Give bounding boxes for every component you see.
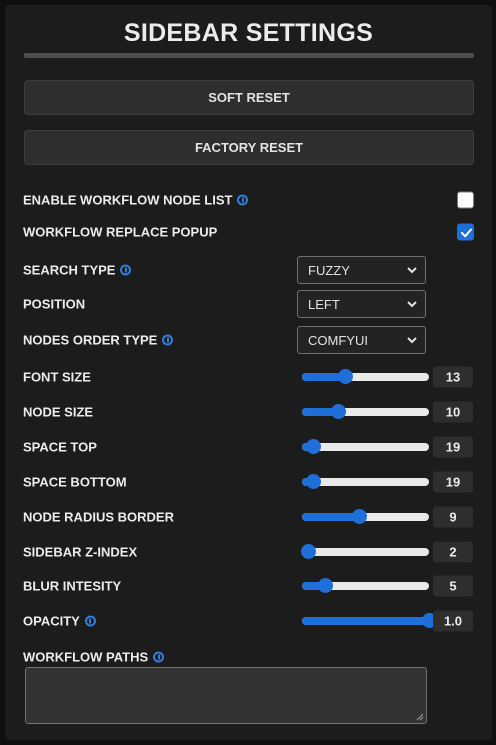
slider-fill [302, 617, 429, 625]
space-top-slider[interactable] [302, 439, 429, 454]
slider-thumb[interactable] [330, 404, 346, 419]
setting-label: BLUR INTESITY [23, 578, 122, 594]
setting-label: NODE RADIUS BORDER [23, 509, 174, 525]
search-type-select[interactable]: FUZZY [297, 256, 426, 284]
setting-label: ENABLE WORKFLOW NODE LIST [23, 192, 233, 208]
slider-thumb[interactable] [306, 474, 322, 489]
space-bottom-value[interactable]: 19 [433, 471, 473, 493]
workflow-paths-textarea[interactable] [25, 667, 427, 724]
workflow-replace-popup-checkbox[interactable] [457, 223, 474, 241]
setting-space-top: SPACE TOP 19 [23, 432, 475, 462]
chevron-down-icon [407, 337, 417, 344]
info-icon[interactable] [162, 334, 174, 346]
position-select[interactable]: LEFT [297, 290, 426, 318]
setting-space-bottom: SPACE BOTTOM 19 [23, 467, 475, 497]
setting-label: SPACE BOTTOM [23, 474, 127, 490]
setting-node-size: NODE SIZE 10 [23, 397, 475, 427]
setting-label: FONT SIZE [23, 369, 91, 385]
sidebar-settings-panel: SIDEBAR SETTINGS SOFT RESET FACTORY RESE… [5, 5, 492, 740]
setting-label: POSITION [23, 296, 86, 312]
setting-enable-workflow-node-list: ENABLE WORKFLOW NODE LIST [23, 185, 475, 215]
slider-thumb[interactable] [306, 439, 322, 454]
setting-label: SIDEBAR Z-INDEX [23, 544, 138, 560]
nodes-order-type-select[interactable]: COMFYUI [297, 326, 426, 354]
info-icon[interactable] [120, 264, 132, 276]
panel-title: SIDEBAR SETTINGS [123, 19, 374, 47]
sidebar-z-index-slider[interactable] [301, 544, 429, 559]
checkmark-icon [461, 228, 472, 238]
blur-intensity-value[interactable]: 5 [433, 575, 473, 597]
info-icon[interactable] [153, 651, 165, 663]
setting-sidebar-z-index: SIDEBAR Z-INDEX 2 [23, 537, 475, 567]
node-radius-border-value[interactable]: 9 [433, 506, 473, 528]
space-bottom-slider[interactable] [302, 474, 429, 489]
setting-label: SPACE TOP [23, 439, 97, 455]
slider-fill [302, 513, 360, 521]
setting-position: POSITION LEFT [23, 289, 475, 319]
slider-thumb[interactable] [301, 544, 317, 559]
chevron-down-icon [407, 267, 417, 274]
setting-search-type: SEARCH TYPE FUZZY [23, 255, 475, 285]
select-value: LEFT [308, 296, 340, 312]
blur-intensity-slider[interactable] [302, 578, 429, 593]
slider-thumb[interactable] [352, 509, 368, 524]
setting-label: WORKFLOW PATHS [23, 649, 149, 665]
opacity-value[interactable]: 1.0 [433, 610, 473, 632]
select-value: COMFYUI [308, 332, 368, 348]
node-size-value[interactable]: 10 [433, 401, 473, 423]
slider-thumb[interactable] [338, 369, 354, 384]
setting-font-size: FONT SIZE 13 [23, 362, 475, 392]
node-radius-border-slider[interactable] [302, 509, 429, 524]
node-size-slider[interactable] [302, 404, 429, 419]
setting-label: NODE SIZE [23, 404, 94, 420]
setting-label: WORKFLOW REPLACE POPUP [23, 224, 218, 240]
soft-reset-button[interactable]: SOFT RESET [24, 80, 474, 115]
sidebar-z-index-value[interactable]: 2 [433, 541, 473, 563]
enable-workflow-node-list-checkbox[interactable] [457, 191, 474, 209]
resize-grip-icon[interactable] [416, 713, 424, 721]
setting-label: NODES ORDER TYPE [23, 332, 158, 348]
setting-node-radius-border: NODE RADIUS BORDER 9 [23, 502, 475, 532]
info-icon[interactable] [84, 615, 96, 627]
setting-nodes-order-type: NODES ORDER TYPE COMFYUI [23, 325, 475, 355]
setting-label: SEARCH TYPE [23, 262, 116, 278]
font-size-value[interactable]: 13 [433, 366, 473, 388]
setting-blur-intensity: BLUR INTESITY 5 [23, 571, 475, 601]
setting-workflow-replace-popup: WORKFLOW REPLACE POPUP [23, 217, 475, 247]
slider-thumb[interactable] [317, 578, 333, 593]
info-icon[interactable] [237, 194, 249, 206]
setting-opacity: OPACITY 1.0 [23, 606, 475, 636]
chevron-down-icon [407, 301, 417, 308]
select-value: FUZZY [308, 262, 350, 278]
factory-reset-button[interactable]: FACTORY RESET [24, 130, 474, 165]
space-top-value[interactable]: 19 [433, 436, 473, 458]
font-size-slider[interactable] [302, 369, 429, 384]
title-divider [24, 53, 474, 58]
setting-label: OPACITY [23, 613, 80, 629]
opacity-slider[interactable] [302, 613, 437, 628]
